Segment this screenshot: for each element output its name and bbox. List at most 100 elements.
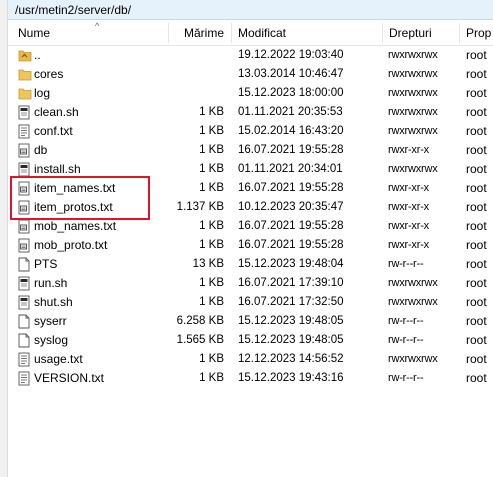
blank-file-icon	[18, 333, 31, 348]
file-size: 1 KB	[199, 277, 224, 289]
file-owner: root	[466, 219, 487, 233]
file-name: usage.txt	[34, 352, 83, 366]
file-owner: root	[466, 162, 487, 176]
file-owner: root	[466, 124, 487, 138]
text-file-icon	[18, 352, 31, 367]
file-name: syslog	[34, 333, 69, 347]
file-row[interactable]: clean.sh 1 KB 01.11.2021 20:35:53 rwxrwxrwx…	[8, 103, 493, 122]
file-name: db	[34, 143, 48, 157]
column-name-header[interactable]: ^ Nume	[12, 21, 168, 45]
file-row[interactable]: db 1 KB 16.07.2021 19:55:28 rwxr-xr-x root	[8, 141, 493, 160]
file-name: run.sh	[34, 276, 68, 290]
path-bar[interactable]: /usr/metin2/server/db/	[8, 0, 493, 20]
file-size: 1 KB	[199, 239, 224, 251]
file-row[interactable]: conf.txt 1 KB 15.02.2014 16:43:20 rwxrwxrwx…	[8, 122, 493, 141]
file-rights: rwxr-xr-x	[388, 220, 429, 232]
column-size-header[interactable]: Mărime	[178, 21, 230, 45]
script-file-icon	[18, 162, 31, 177]
file-modified: 15.12.2023 19:48:05	[238, 315, 344, 327]
binary-file-icon	[18, 219, 31, 234]
file-rights: rwxr-xr-x	[388, 201, 429, 213]
file-row[interactable]: .. 19.12.2022 19:03:40 rwxrwxrwx root	[8, 46, 493, 65]
blank-file-icon	[18, 314, 31, 329]
file-size: 1 KB	[199, 144, 224, 156]
file-name: PTS	[34, 257, 58, 271]
file-rights: rw-r--r--	[388, 372, 424, 384]
file-modified: 16.07.2021 19:55:28	[238, 220, 344, 232]
file-size	[176, 65, 224, 84]
file-owner: root	[466, 276, 487, 290]
file-size: 1 KB	[199, 372, 224, 384]
file-name: clean.sh	[34, 105, 79, 119]
binary-file-icon	[18, 143, 31, 158]
file-rights: rwxrwxrwx	[388, 68, 438, 80]
file-modified: 16.07.2021 19:55:28	[238, 182, 344, 194]
file-modified: 01.11.2021 20:35:53	[238, 106, 343, 118]
file-row[interactable]: cores 13.03.2014 10:46:47 rwxrwxrwx root	[8, 65, 493, 84]
file-owner: root	[466, 181, 487, 195]
file-owner: root	[466, 86, 487, 100]
file-modified: 13.03.2014 10:46:47	[238, 68, 344, 80]
file-owner: root	[466, 48, 487, 62]
file-rights: rw-r--r--	[388, 315, 424, 327]
file-modified: 15.02.2014 16:43:20	[238, 125, 344, 137]
file-row[interactable]: usage.txt 1 KB 12.12.2023 14:56:52 rwxrwxrw…	[8, 350, 493, 369]
file-modified: 01.11.2021 20:34:01	[238, 163, 343, 175]
file-row[interactable]: syslog 1.565 KB 15.12.2023 19:48:05 rw-r--r…	[8, 331, 493, 350]
file-modified: 12.12.2023 14:56:52	[238, 353, 344, 365]
file-owner: root	[466, 105, 487, 119]
column-header: ^ Nume Mărime Modificat Drepturi Prop	[8, 21, 493, 46]
column-divider[interactable]	[168, 23, 169, 43]
file-owner: root	[466, 200, 487, 214]
column-owner-header[interactable]: Prop	[460, 21, 493, 45]
file-owner: root	[466, 333, 487, 347]
script-file-icon	[18, 295, 31, 310]
file-row[interactable]: log 15.12.2023 18:00:00 rwxrwxrwx root	[8, 84, 493, 103]
file-modified: 10.12.2023 20:35:47	[238, 201, 344, 213]
file-modified: 16.07.2021 19:55:28	[238, 239, 344, 251]
file-modified: 16.07.2021 17:39:10	[238, 277, 344, 289]
file-modified: 15.12.2023 18:00:00	[238, 87, 344, 99]
script-file-icon	[18, 276, 31, 291]
file-rights: rw-r--r--	[388, 334, 424, 346]
file-name: conf.txt	[34, 124, 73, 138]
blank-file-icon	[18, 257, 31, 272]
file-owner: root	[466, 295, 487, 309]
file-size: 1 KB	[199, 125, 224, 137]
file-modified: 15.12.2023 19:48:05	[238, 334, 344, 346]
file-owner: root	[466, 67, 487, 81]
file-owner: root	[466, 143, 487, 157]
column-modified-header[interactable]: Modificat	[232, 21, 382, 45]
file-row[interactable]: shut.sh 1 KB 16.07.2021 17:32:50 rwxrwxrwx r…	[8, 293, 493, 312]
file-name: cores	[34, 67, 64, 81]
file-row[interactable]: run.sh 1 KB 16.07.2021 17:39:10 rwxrwxrwx ro…	[8, 274, 493, 293]
file-size: 1 KB	[199, 220, 224, 232]
parent-folder-icon	[18, 48, 32, 63]
file-size: 13 KB	[192, 258, 224, 270]
file-rights: rwxrwxrwx	[388, 353, 438, 365]
file-name: VERSION.txt	[34, 371, 105, 385]
file-size: 1 KB	[199, 353, 224, 365]
file-rights: rwxrwxrwx	[388, 277, 438, 289]
file-size: 1 KB	[199, 296, 224, 308]
file-name: ..	[34, 48, 41, 62]
text-file-icon	[18, 124, 31, 139]
sort-ascending-icon: ^	[95, 21, 100, 31]
file-row[interactable]: syserr 6.258 KB 15.12.2023 19:48:05 rw-r--r…	[8, 312, 493, 331]
file-owner: root	[466, 257, 487, 271]
file-row[interactable]: VERSION.txt 1 KB 15.12.2023 19:43:16 rw-r--…	[8, 369, 493, 388]
file-owner: root	[466, 314, 487, 328]
file-row[interactable]: PTS 13 KB 15.12.2023 19:48:04 rw-r--r-- root	[8, 255, 493, 274]
file-size: 1 KB	[199, 106, 224, 118]
file-rights: rwxrwxrwx	[388, 163, 438, 175]
file-row[interactable]: mob_proto.txt 1 KB 16.07.2021 19:55:28 rwxr…	[8, 236, 493, 255]
file-rights: rwxr-xr-x	[388, 144, 429, 156]
file-modified: 15.12.2023 19:43:16	[238, 372, 344, 384]
file-rights: rwxr-xr-x	[388, 182, 429, 194]
file-name: mob_proto.txt	[34, 238, 108, 252]
file-size	[176, 84, 224, 103]
file-modified: 16.07.2021 17:32:50	[238, 296, 344, 308]
annotation-highlight-box	[10, 176, 150, 220]
file-modified: 16.07.2021 19:55:28	[238, 144, 344, 156]
column-rights-header[interactable]: Drepturi	[383, 21, 458, 45]
